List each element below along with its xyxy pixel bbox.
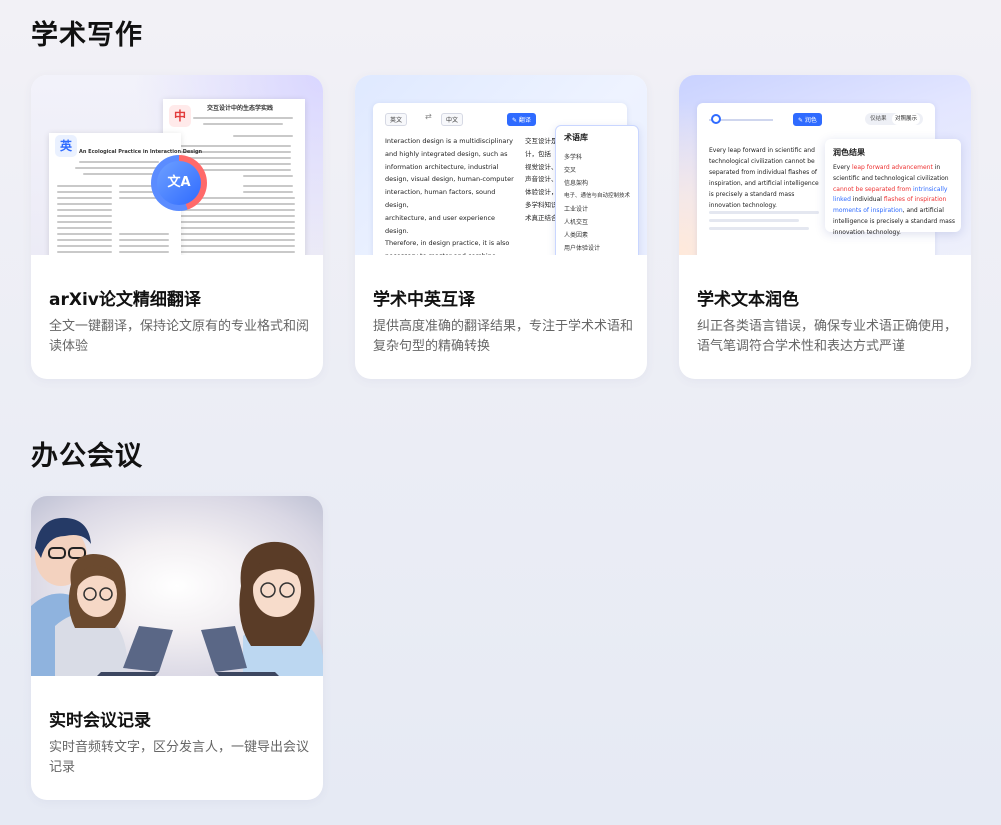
term-item: 人机交互: [564, 219, 589, 226]
swap-icon: ⇄: [425, 112, 432, 121]
term-item: 多学科: [564, 154, 583, 161]
card-description: 纠正各类语言错误，确保专业术语正确使用，语气笔调符合学术性和表达方式严谨: [697, 319, 958, 354]
academic-translation-thumbnail: 英文 ⇄ 中文 ✎ 翻译 Interaction design is a mul…: [355, 75, 647, 255]
card-description: 实时音频转文字，区分发言人，一键导出会议记录: [49, 740, 310, 775]
card-academic-translation[interactable]: 英文 ⇄ 中文 ✎ 翻译 Interaction design is a mul…: [355, 75, 647, 379]
source-text: Interaction design is a multidisciplinar…: [385, 137, 514, 255]
source-text: Every leap forward in scientific and tec…: [709, 147, 819, 209]
zh-paper-title: 交互设计中的生态学实践: [207, 105, 274, 112]
en-paper-title: An Ecological Practice in Interaction De…: [79, 149, 203, 155]
card-arxiv-translation[interactable]: 交互设计中的生态学实践 An Ecological Practice in In…: [31, 75, 323, 379]
result-only-option: 仅结果: [870, 116, 887, 122]
polish-result-title: 润色结果: [833, 148, 865, 157]
term-item: 信息架构: [564, 180, 589, 187]
term-item: 交叉: [564, 167, 577, 174]
section-title-academic-writing: 学术写作: [31, 20, 143, 51]
translate-mode-button: ✎ 翻译: [507, 113, 536, 126]
translate-icon: 文A: [151, 155, 207, 211]
card-title: 学术中英互译: [373, 290, 475, 310]
target-language-select: 中文: [441, 113, 464, 126]
polish-mode-button: ✎ 润色: [793, 113, 822, 126]
term-item: 人类因素: [564, 232, 589, 239]
academic-polishing-thumbnail: ✎ 润色 仅结果 对照展示 Every leap forward in scie…: [679, 75, 971, 255]
card-description: 提供高度准确的翻译结果，专注于学术术语和复杂句型的精确转换: [373, 319, 634, 354]
term-item: 用户体验设计: [564, 245, 601, 252]
english-badge: 英: [55, 135, 77, 157]
terminology-title: 术语库: [564, 133, 588, 142]
card-title: 实时会议记录: [49, 711, 151, 731]
card-academic-polishing[interactable]: ✎ 润色 仅结果 对照展示 Every leap forward in scie…: [679, 75, 971, 379]
card-meeting-notes[interactable]: 实时会议记录 实时音频转文字，区分发言人，一键导出会议记录: [31, 496, 323, 800]
term-item: 电子、通信与自动控制技术: [564, 193, 631, 199]
meeting-notes-illustration: [31, 496, 323, 676]
slider-knob: [711, 114, 721, 124]
people-with-laptops-image: [31, 517, 323, 676]
polish-result-panel: 润色结果 Every leap forward advancement in s…: [825, 139, 961, 236]
term-item: 工业设计: [564, 206, 589, 213]
section-title-office-meeting: 办公会议: [31, 441, 143, 472]
card-description: 全文一键翻译，保持论文原有的专业格式和阅读体验: [49, 319, 310, 354]
source-language-select: 英文: [385, 113, 408, 126]
translate-glyph: 文A: [157, 161, 201, 205]
polish-result-text: Every leap forward advancement in scient…: [833, 164, 956, 236]
chinese-badge: 中: [169, 105, 191, 127]
view-mode-toggle: 仅结果 对照展示: [865, 113, 923, 125]
card-title: 学术文本润色: [697, 290, 799, 310]
arxiv-translation-thumbnail: 交互设计中的生态学实践 An Ecological Practice in In…: [31, 75, 323, 255]
terminology-panel: 术语库 多学科 交叉 信息架构 电子、通信与自动控制技术 工业设计 人机交互 人…: [555, 125, 639, 255]
card-title: arXiv论文精细翻译: [49, 290, 201, 310]
compare-view-option: 对照展示: [892, 113, 921, 125]
